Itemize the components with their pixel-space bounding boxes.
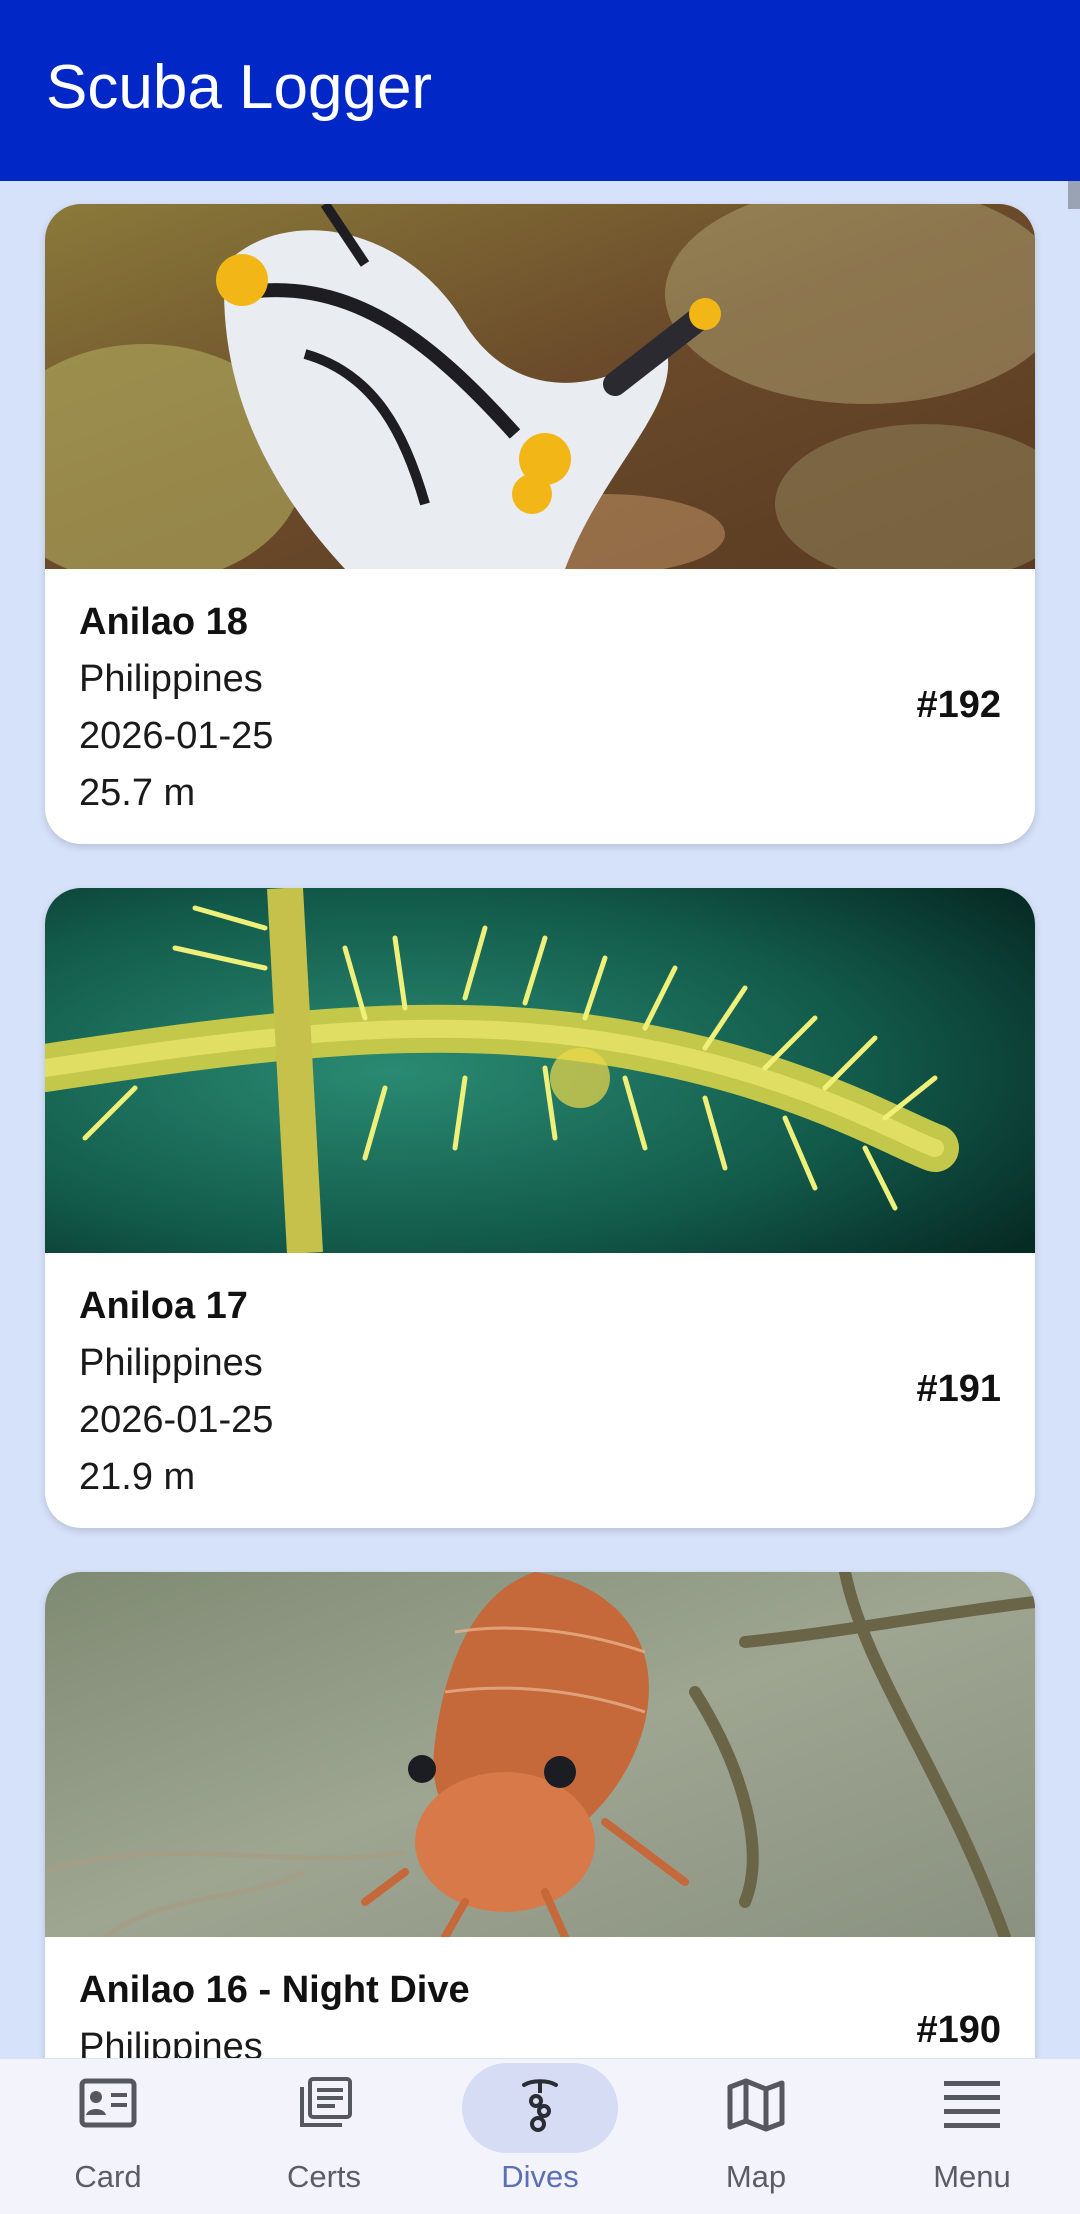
id-card-icon xyxy=(60,2077,156,2133)
dive-country: Philippines xyxy=(79,2026,263,2058)
dive-country: Philippines xyxy=(79,658,263,700)
dive-date: 2026-01-25 xyxy=(79,1399,274,1441)
dive-info: Aniloa 17 Philippines 2026-01-25 21.9 m … xyxy=(45,1253,1035,1528)
dive-country: Philippines xyxy=(79,1342,263,1384)
nav-item-certs[interactable]: Certs xyxy=(216,2059,432,2214)
map-icon xyxy=(708,2077,804,2133)
dive-photo-shrimp xyxy=(45,1572,1035,1937)
nav-label-map: Map xyxy=(725,2159,787,2194)
app-bar: Scuba Logger xyxy=(0,0,1080,181)
dive-info: Anilao 16 - Night Dive Philippines #190 xyxy=(45,1937,1035,2058)
scrollbar[interactable] xyxy=(1068,181,1080,209)
dive-card[interactable]: Anilao 18 Philippines 2026-01-25 25.7 m … xyxy=(45,204,1035,844)
dive-title: Aniloa 17 xyxy=(79,1285,248,1327)
nav-label-card: Card xyxy=(74,2159,142,2194)
bottom-navigation: Card Certs Dives Map Menu xyxy=(0,2058,1080,2214)
nav-item-menu[interactable]: Menu xyxy=(864,2059,1080,2214)
diver-icon xyxy=(492,2077,588,2133)
dive-number: #191 xyxy=(916,1368,1001,1410)
dive-info: Anilao 18 Philippines 2026-01-25 25.7 m … xyxy=(45,569,1035,844)
nav-item-map[interactable]: Map xyxy=(648,2059,864,2214)
dive-number: #192 xyxy=(916,684,1001,726)
dive-photo-nudibranch xyxy=(45,204,1035,569)
dive-depth: 21.9 m xyxy=(79,1456,196,1498)
nav-item-card[interactable]: Card xyxy=(0,2059,216,2214)
dive-photo-ghost-pipefish xyxy=(45,888,1035,1253)
nav-label-certs: Certs xyxy=(286,2159,362,2194)
nav-label-menu: Menu xyxy=(933,2159,1011,2194)
hamburger-menu-icon xyxy=(924,2077,1020,2133)
dive-card[interactable]: Anilao 16 - Night Dive Philippines #190 xyxy=(45,1572,1035,2058)
certificates-icon xyxy=(276,2077,372,2133)
dive-date: 2026-01-25 xyxy=(79,715,274,757)
dive-card[interactable]: Aniloa 17 Philippines 2026-01-25 21.9 m … xyxy=(45,888,1035,1528)
dive-list[interactable]: Anilao 18 Philippines 2026-01-25 25.7 m … xyxy=(0,181,1080,2058)
dive-number: #190 xyxy=(916,2009,1001,2051)
nav-label-dives: Dives xyxy=(501,2159,579,2194)
dive-depth: 25.7 m xyxy=(79,772,196,814)
nav-item-dives[interactable]: Dives xyxy=(432,2059,648,2214)
dive-title: Anilao 18 xyxy=(79,601,248,643)
app-title: Scuba Logger xyxy=(46,53,433,122)
dive-title: Anilao 16 - Night Dive xyxy=(79,1969,470,2011)
